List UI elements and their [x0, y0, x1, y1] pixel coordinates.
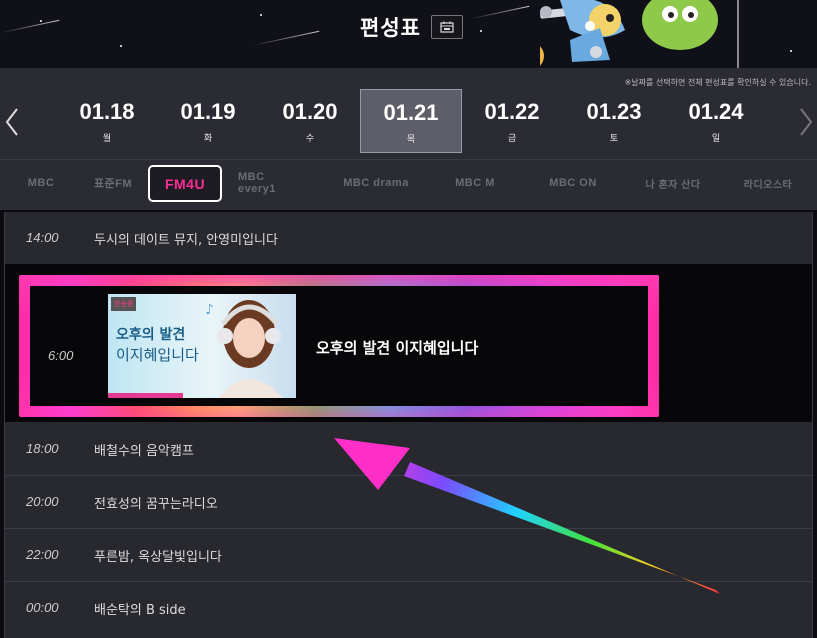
channel-tab-mbc[interactable]: MBC: [18, 172, 64, 194]
schedule-program: 배철수의 음악캠프: [94, 444, 194, 459]
mascot-illustration: [540, 0, 739, 68]
calendar-icon: [440, 21, 454, 33]
channel-tabs: MBC 표준FM FM4U MBC every1 MBC drama MBC M…: [0, 159, 817, 210]
on-air-program-title: 오후의 발견 이지혜입니다: [316, 339, 479, 357]
date-weekday: 금: [507, 134, 517, 144]
channel-tab-drama[interactable]: MBC drama: [342, 172, 410, 194]
highlight-frame: 6:00 방송중 오후의 발견 이지혜입니다 ♪ 오후의 발견 이지혜입니다: [19, 275, 659, 417]
thumbnail-title-line2: 이지혜입니다: [116, 346, 199, 364]
program-thumbnail[interactable]: 방송중 오후의 발견 이지혜입니다 ♪: [108, 294, 296, 398]
shooting-star: [0, 19, 60, 34]
title-group: 편성표: [360, 12, 463, 42]
schedule-time: 14:00: [26, 230, 59, 245]
svg-text:♪: ♪: [205, 302, 214, 318]
date-item[interactable]: 01.22 금: [462, 89, 562, 151]
next-week-arrow[interactable]: [798, 107, 814, 137]
thumbnail-title-line1: 오후의 발견: [116, 327, 186, 343]
host-portrait: ♪: [205, 300, 283, 398]
channel-tab-radiostar[interactable]: 라디오스타: [738, 172, 798, 194]
date-number: 01.19: [180, 99, 236, 124]
date-weekday: 일: [711, 134, 721, 144]
star-decoration: [40, 20, 42, 22]
schedule-program: 전효성의 꿈꾸는라디오: [94, 497, 218, 512]
channel-tab-mbc-on[interactable]: MBC ON: [538, 172, 608, 194]
date-item-selected[interactable]: 01.21 목: [360, 89, 462, 153]
prev-week-arrow[interactable]: [4, 107, 20, 137]
date-item[interactable]: 01.24 일: [666, 89, 766, 151]
date-number: 01.20: [282, 99, 338, 124]
channel-tab-mbc-m[interactable]: MBC M: [448, 172, 502, 194]
date-weekday: 화: [203, 134, 213, 144]
star-decoration: [260, 14, 262, 16]
schedule-program: 푸른밤, 옥상달빛입니다: [94, 550, 222, 565]
schedule-program: 배순탁의 B side: [94, 603, 186, 618]
schedule-row[interactable]: 00:00 배순탁의 B side: [5, 582, 812, 634]
star-decoration: [120, 45, 122, 47]
date-number: 01.21: [383, 100, 439, 125]
schedule-time: 22:00: [26, 547, 59, 562]
date-number: 01.22: [484, 99, 540, 124]
date-number: 01.23: [586, 99, 642, 124]
shooting-star: [250, 30, 320, 47]
date-item[interactable]: 01.23 토: [564, 89, 664, 151]
date-notice: ※날짜를 선택하면 전체 편성표를 확인하실 수 있습니다.: [624, 78, 811, 87]
schedule-row[interactable]: 14:00 두시의 데이트 뮤지, 안영미입니다: [5, 212, 812, 265]
shooting-star: [470, 5, 530, 20]
date-item[interactable]: 01.18 월: [57, 89, 157, 151]
on-air-badge: 방송중: [111, 297, 137, 311]
page-header: 편성표: [0, 0, 817, 69]
on-air-content[interactable]: 6:00 방송중 오후의 발견 이지혜입니다 ♪ 오후의 발견 이지혜입니다: [30, 286, 648, 406]
star-decoration: [480, 30, 482, 32]
channel-tab-nahonjasanda[interactable]: 나 혼자 산다: [642, 172, 704, 194]
schedule-time: 00:00: [26, 600, 59, 615]
date-weekday: 수: [305, 134, 315, 144]
schedule-time: 18:00: [26, 441, 59, 456]
channel-tab-standard-fm[interactable]: 표준FM: [88, 172, 138, 194]
page-title: 편성표: [360, 16, 421, 40]
schedule-row[interactable]: 22:00 푸른밤, 옥상달빛입니다: [5, 529, 812, 582]
date-number: 01.18: [79, 99, 135, 124]
schedule-row[interactable]: 20:00 전효성의 꿈꾸는라디오: [5, 476, 812, 529]
date-item[interactable]: 01.19 화: [158, 89, 258, 151]
date-navigation: ※날짜를 선택하면 전체 편성표를 확인하실 수 있습니다. 01.18 월 0…: [0, 69, 817, 159]
date-weekday: 토: [609, 134, 619, 144]
channel-tab-every1[interactable]: MBC every1: [238, 171, 304, 195]
schedule-program: 두시의 데이트 뮤지, 안영미입니다: [94, 233, 278, 248]
schedule-row[interactable]: 18:00 배철수의 음악캠프: [5, 423, 812, 476]
schedule-time: 20:00: [26, 494, 59, 509]
on-air-time: 6:00: [48, 348, 74, 363]
channel-tab-fm4u[interactable]: FM4U: [148, 165, 222, 202]
date-weekday: 월: [102, 134, 112, 144]
date-number: 01.24: [688, 99, 744, 124]
schedule-list: 14:00 두시의 데이트 뮤지, 안영미입니다 18:00 배철수의 음악캠프…: [4, 212, 813, 638]
date-weekday: 목: [406, 135, 416, 145]
calendar-button[interactable]: [430, 15, 463, 39]
thumbnail-accent-bar: [108, 393, 183, 398]
date-item[interactable]: 01.20 수: [260, 89, 360, 151]
